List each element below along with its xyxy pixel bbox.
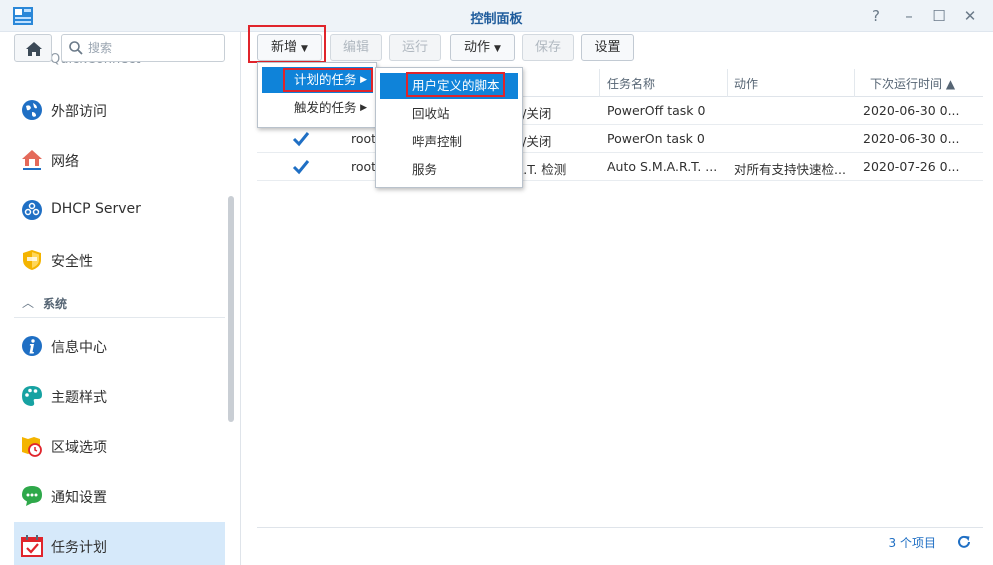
dhcp-icon xyxy=(22,200,42,220)
settings-button[interactable]: 设置 xyxy=(581,34,634,61)
close-icon[interactable]: ✕ xyxy=(960,6,980,26)
network-house-icon xyxy=(22,150,42,170)
menu-item-recycle-bin[interactable]: 回收站 xyxy=(380,101,518,127)
cell-task-name: PowerOff task 0 xyxy=(607,103,706,118)
sidebar-item-label: 主题样式 xyxy=(51,390,107,406)
cell-task-name: PowerOn task 0 xyxy=(607,131,705,146)
region-clock-icon xyxy=(22,437,42,457)
sidebar-item-theme[interactable]: 主题样式 xyxy=(14,372,225,420)
submenu-arrow-icon: ▶ xyxy=(360,103,367,113)
minimize-icon[interactable]: – xyxy=(899,6,919,26)
calendar-check-icon xyxy=(21,535,43,557)
chevron-up-icon: ︿ xyxy=(22,296,35,310)
globe-icon xyxy=(22,100,42,120)
column-separator xyxy=(727,69,728,97)
item-count: 3 个项目 xyxy=(888,536,936,550)
cell-user: root xyxy=(351,131,377,146)
column-separator xyxy=(599,69,600,97)
sidebar-item-region-options[interactable]: 区域选项 xyxy=(14,422,225,470)
chat-bubble-icon xyxy=(22,486,42,506)
sidebar-item-label: 信息中心 xyxy=(51,340,107,356)
home-icon xyxy=(26,42,42,56)
sidebar-item-label: 通知设置 xyxy=(51,490,107,506)
sidebar-item-task-scheduler[interactable]: 任务计划 xyxy=(14,522,225,565)
sidebar-item-label: 网络 xyxy=(51,154,79,170)
help-icon[interactable]: ? xyxy=(866,6,886,26)
menu-item-beep-control[interactable]: 哔声控制 xyxy=(380,129,518,155)
sidebar-item-info-center[interactable]: 信息中心 xyxy=(14,322,225,370)
menu-item-triggered-task[interactable]: 触发的任务 ▶ xyxy=(262,95,373,121)
checkbox-checked-icon[interactable] xyxy=(291,129,311,149)
action-button[interactable]: 动作 ▼ xyxy=(450,34,515,61)
checkbox-checked-icon[interactable] xyxy=(291,157,311,177)
sidebar-item-label: 任务计划 xyxy=(51,540,107,556)
palette-icon xyxy=(22,386,42,406)
shield-icon xyxy=(23,250,41,270)
cell-action: 对所有支持快速检... xyxy=(734,162,846,177)
sidebar: QuickConnect 外部访问 网络 xyxy=(0,32,241,565)
column-header-task-name[interactable]: 任务名称 xyxy=(607,75,655,92)
sidebar-item-label: DHCP Server xyxy=(51,201,141,217)
search-input[interactable] xyxy=(88,39,218,57)
sidebar-item-label: 安全性 xyxy=(51,254,93,270)
sidebar-scrollbar[interactable] xyxy=(228,196,234,422)
run-button[interactable]: 运行 xyxy=(389,34,441,61)
search-icon xyxy=(69,41,83,55)
edit-button[interactable]: 编辑 xyxy=(330,34,382,61)
sidebar-item-label: 外部访问 xyxy=(51,104,107,120)
cell-task-name: Auto S.M.A.R.T. ... xyxy=(607,159,718,174)
sidebar-item-network[interactable]: 网络 xyxy=(14,136,225,184)
sidebar-item-label: 区域选项 xyxy=(51,440,107,456)
title-bar: 控制面板 ? – ☐ ✕ xyxy=(0,0,993,32)
refresh-icon[interactable] xyxy=(955,533,973,551)
column-header-next-run[interactable]: 下次运行时间 ▲ xyxy=(870,75,955,92)
menu-item-label: 服务 xyxy=(412,162,438,177)
cell-user: root xyxy=(351,159,377,174)
section-header-system[interactable]: ︿ 系统 xyxy=(14,288,225,318)
cell-next-run: 2020-06-30 0... xyxy=(863,103,960,118)
info-icon xyxy=(22,336,42,356)
cell-next-run: 2020-06-30 0... xyxy=(863,131,960,146)
create-button-highlight xyxy=(248,25,326,63)
table-row[interactable]: root F/关闭 PowerOn task 0 2020-06-30 0... xyxy=(257,125,983,153)
sidebar-item-dhcp-server[interactable]: DHCP Server xyxy=(14,186,225,234)
action-label: 动作 xyxy=(464,40,491,55)
window-title: 控制面板 xyxy=(470,12,523,27)
menu-item-label: 回收站 xyxy=(412,106,450,121)
sidebar-item-external-access[interactable]: 外部访问 xyxy=(14,86,225,134)
table-row[interactable]: root R.T. 检测 Auto S.M.A.R.T. ... 对所有支持快速… xyxy=(257,153,983,181)
maximize-icon[interactable]: ☐ xyxy=(929,6,949,26)
menu-item-label: 哔声控制 xyxy=(412,134,463,149)
dropdown-caret-icon: ▼ xyxy=(494,44,501,54)
user-defined-script-highlight xyxy=(406,72,505,97)
cell-next-run: 2020-07-26 0... xyxy=(863,159,960,174)
column-header-action[interactable]: 动作 xyxy=(734,75,758,92)
save-button[interactable]: 保存 xyxy=(522,34,574,61)
home-button[interactable] xyxy=(14,34,52,62)
scheduled-task-highlight xyxy=(283,68,373,92)
sidebar-item-security[interactable]: 安全性 xyxy=(14,236,225,284)
column-separator xyxy=(854,69,855,97)
sidebar-item-notification[interactable]: 通知设置 xyxy=(14,472,225,520)
menu-item-service[interactable]: 服务 xyxy=(380,157,518,183)
table-footer: 3 个项目 xyxy=(257,527,983,555)
menu-item-label: 触发的任务 xyxy=(294,100,357,115)
section-label: 系统 xyxy=(43,297,68,311)
search-box[interactable] xyxy=(61,34,225,62)
